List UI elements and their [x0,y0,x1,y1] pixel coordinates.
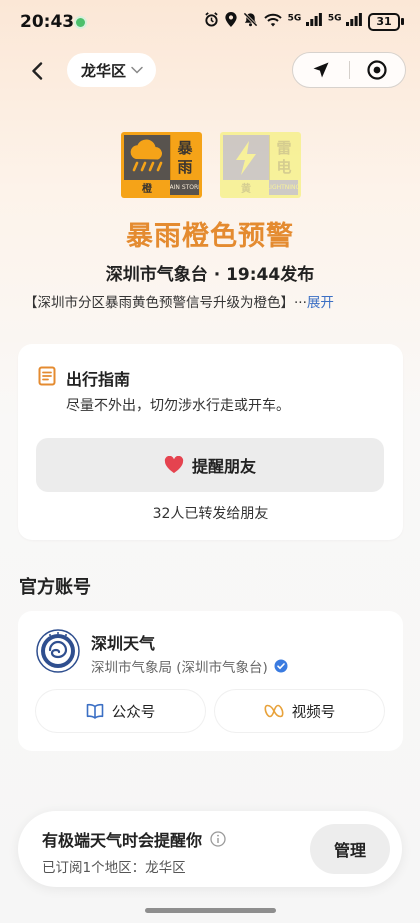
mute-bell-icon [243,12,258,31]
info-icon[interactable] [210,831,226,847]
document-list-icon [38,366,56,386]
district-label: 龙华区 [81,61,127,80]
warning-issuer: 深圳市气象台 · 19:44发布 [105,265,315,285]
share-location-button[interactable] [293,53,349,87]
location-indicator-icon [76,18,85,27]
mini-program-capsule [292,52,406,88]
channels-label: 视频号 [291,704,336,721]
location-pin-icon [225,12,237,31]
channels-button[interactable]: 视频号 [215,690,384,732]
lightning-signal-level: 黄 [223,180,269,195]
guide-text: 尽量不外出，切勿涉水行走或开车。 [66,398,290,414]
rainstorm-signal-level: 橙 [124,180,170,195]
status-bar: 20:43 5G 5G 31 [0,0,420,46]
rainstorm-signal[interactable]: 暴 雨 橙 RAIN STORM [121,132,202,198]
subscription-bar: 有极端天气时会提醒你 已订阅1个地区：龙华区 管理 [18,811,402,887]
heart-icon [164,456,184,473]
rainstorm-signal-english: RAIN STORM [170,180,199,195]
navigation-arrow-icon [313,62,329,78]
official-account-button[interactable]: 公众号 [36,690,205,732]
expand-link[interactable]: 展开 [307,291,334,311]
lightning-signal-chars: 雷 电 [269,135,298,180]
guide-title: 出行指南 [66,370,131,389]
warning-title: 暴雨橙色预警 [126,221,294,252]
lightning-signal[interactable]: 雷 电 黄 LIGHTNING [220,132,301,198]
home-indicator[interactable] [145,908,276,913]
close-mini-program-button[interactable] [350,53,406,87]
signal-char-2: 电 [276,157,292,176]
lightning-signal-english: LIGHTNING [269,180,298,195]
rainstorm-signal-chars: 暴 雨 [170,135,199,180]
status-time: 20:43 [20,12,75,32]
official-account-label: 公众号 [111,704,156,721]
signal-char-1: 暴 [177,138,193,157]
account-name[interactable]: 深圳天气 [91,630,155,654]
summary-ellipsis: ... [294,291,307,307]
signal-label-2: 5G [327,13,342,24]
channels-butterfly-icon [264,704,284,718]
remind-friends-button[interactable]: 提醒朋友 [36,438,384,492]
alarm-icon [204,12,219,31]
verified-badge-icon [274,659,288,673]
battery-level: 31 [368,12,400,31]
subscription-subtitle: 已订阅1个地区：龙华区 [42,860,186,876]
lightning-bolt-icon [223,135,269,180]
remind-friends-label: 提醒朋友 [191,457,256,476]
status-icons: 5G 5G 31 [204,12,404,31]
subscription-title: 有极端天气时会提醒你 [42,827,226,851]
wifi-icon [263,13,282,31]
signal-label-1: 5G [287,13,302,24]
subscription-title-text: 有极端天气时会提醒你 [42,831,203,850]
signal-icon-1: 5G [288,13,322,30]
district-selector[interactable]: 龙华区 [67,53,157,87]
account-org: 深圳市气象局 (深圳市气象台) [91,656,288,676]
signal-icon-2: 5G [328,13,362,30]
manage-button[interactable]: 管理 [310,824,390,874]
battery-icon: 31 [368,12,404,31]
rain-cloud-icon [124,135,170,180]
official-accounts-title: 官方账号 [19,577,91,598]
back-button[interactable] [24,58,50,84]
chevron-left-icon [32,62,43,80]
meteorological-bureau-logo[interactable] [36,629,80,673]
warning-summary-text: 【深圳市分区暴雨黄色预警信号升级为橙色】 [24,295,294,311]
travel-guide-card: 出行指南 尽量不外出，切勿涉水行走或开车。 提醒朋友 32人已转发给朋友 [18,344,403,540]
account-org-label: 深圳市气象局 (深圳市气象台) [91,660,268,676]
target-circle-icon [367,60,387,80]
signal-char-1: 雷 [276,138,292,157]
book-open-icon [86,703,104,719]
official-account-card: 深圳天气 深圳市气象局 (深圳市气象台) 公众号 视频号 [18,611,403,751]
warning-summary: 【深圳市分区暴雨黄色预警信号升级为橙色】 ... 展开 [24,291,394,311]
forward-count: 32人已转发给朋友 [152,506,269,522]
signal-char-2: 雨 [177,157,193,176]
chevron-down-icon [131,66,143,74]
